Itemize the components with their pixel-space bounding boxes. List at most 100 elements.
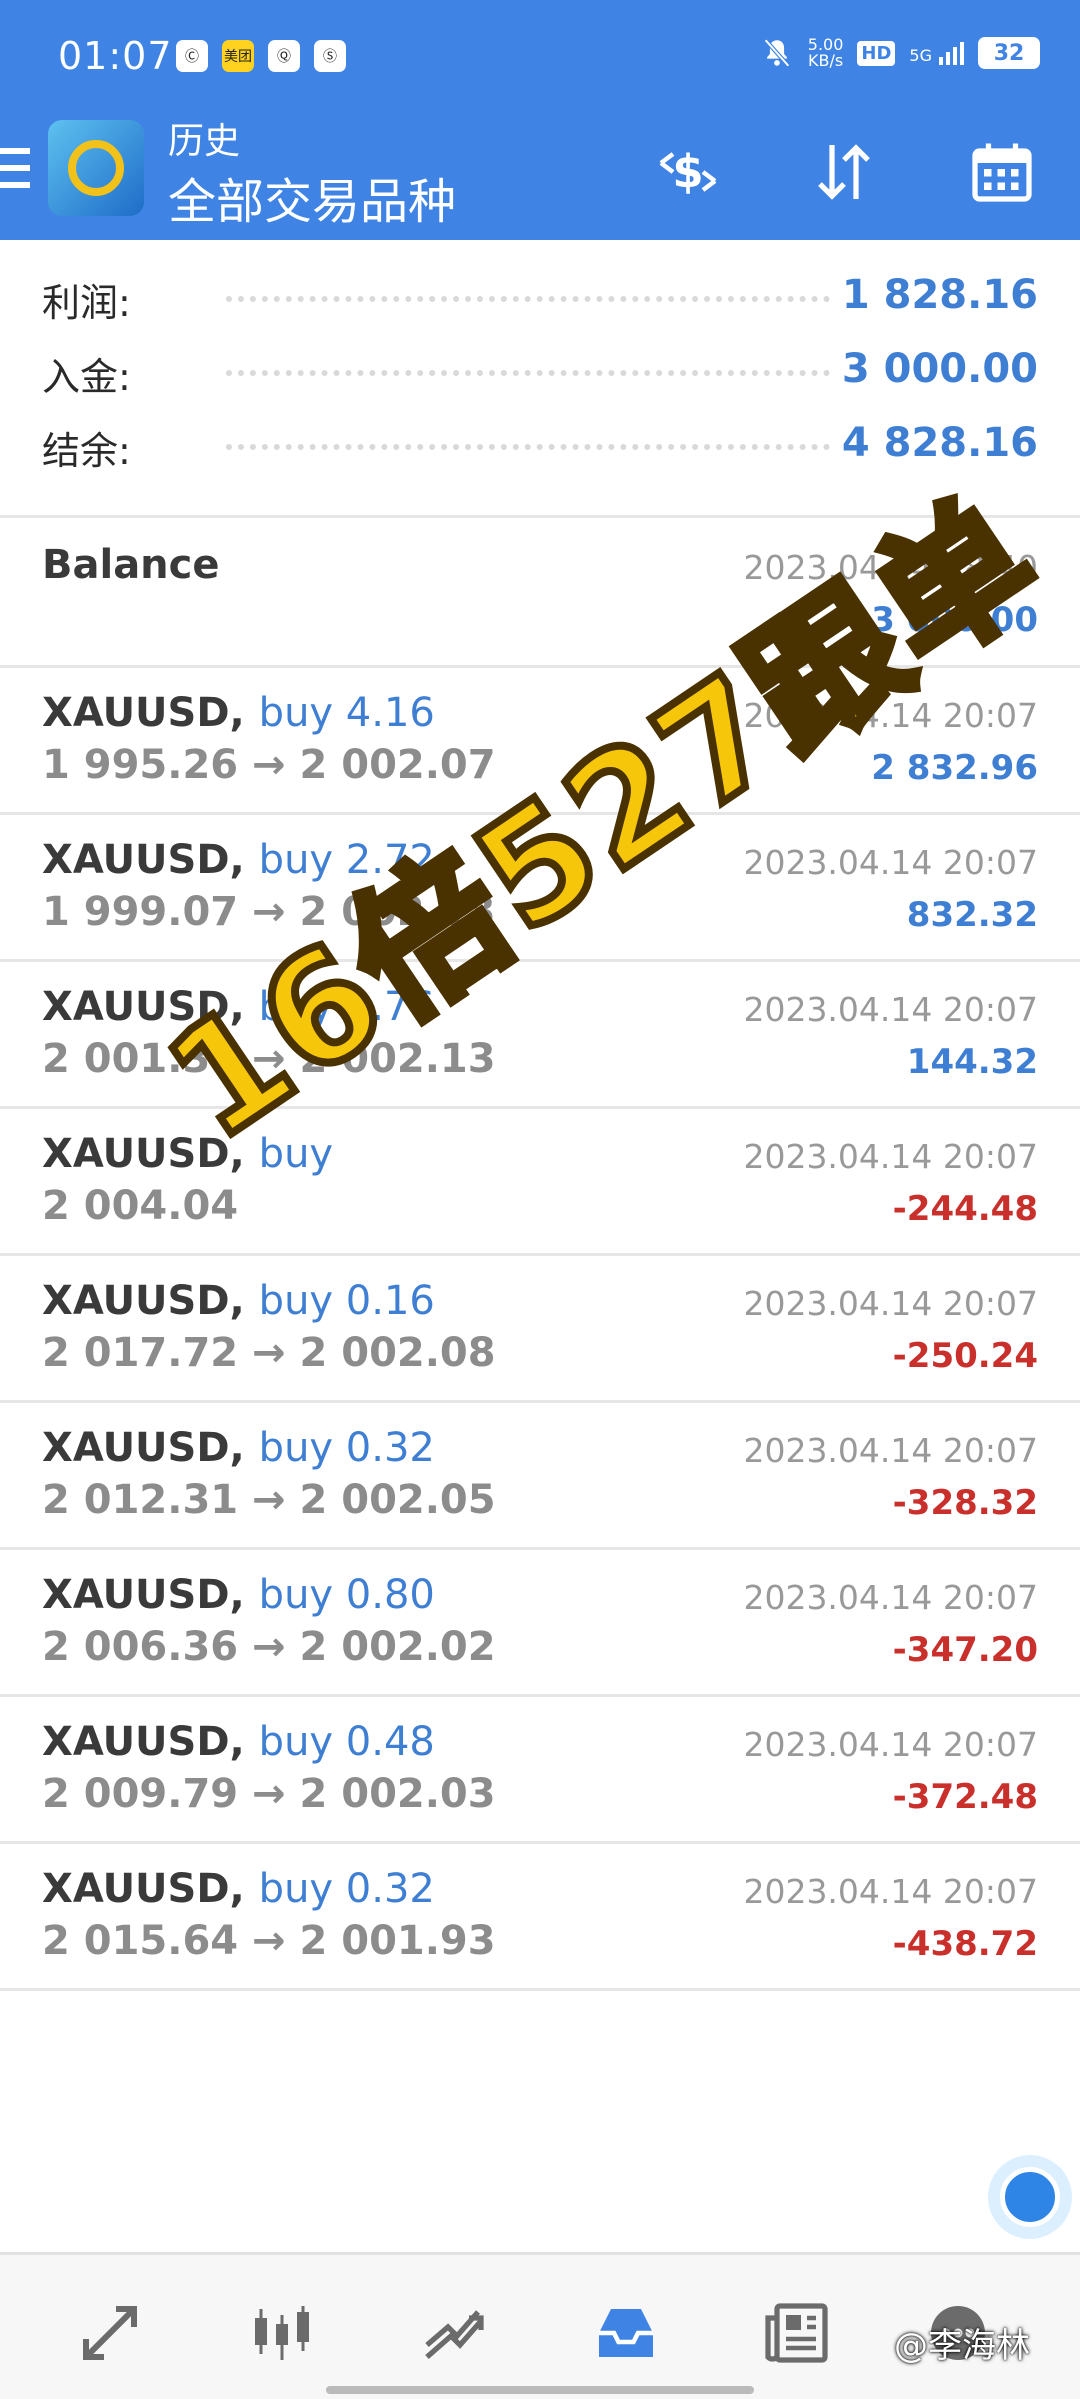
deal-row[interactable]: XAUUSD, buy 0.32 2 015.64 → 2 001.93 202… [0, 1844, 1080, 1991]
net-speed-unit: KB/s [807, 51, 844, 70]
deal-date: 2023.04.14 20:07 [743, 1872, 1038, 1911]
deal-prices: 2 015.64 → 2 001.93 [42, 1918, 496, 1964]
deal-date: 2023.04.14 20:07 [743, 990, 1038, 1029]
deal-prices: 2 006.36 → 2 002.02 [42, 1624, 496, 1670]
deal-date: 2023.04.14 20:07 [743, 696, 1038, 735]
deal-action: buy 0.80 [258, 1572, 435, 1618]
trade-icon[interactable] [414, 2293, 494, 2373]
news-icon[interactable] [758, 2293, 838, 2373]
deal-symbol: XAUUSD, [42, 1866, 245, 1912]
deal-row[interactable]: XAUUSD, buy 1.76 2 001.31 → 2 002.13 202… [0, 962, 1080, 1109]
calendar-icon[interactable] [962, 132, 1042, 212]
app-bar: 历史 全部交易品种 $ [0, 112, 1080, 240]
dotted-leader [226, 444, 830, 450]
summary-label: 结余: [42, 429, 131, 473]
deal-action: buy 2.72 [258, 837, 435, 883]
dotted-leader [226, 296, 830, 302]
metatrader-logo-icon [48, 120, 144, 216]
deal-action: buy 0.32 [258, 1866, 435, 1912]
page-title: 历史 [168, 121, 241, 162]
deal-date: 2023.04.14 20:07 [743, 1284, 1038, 1323]
summary-row-balance: 结余: 4 828.16 [0, 410, 1080, 484]
deal-prices: 1 999.07 → 2 002.13 [42, 889, 496, 935]
balance-label: Balance [42, 542, 220, 588]
summary-value: 1 828.16 [841, 272, 1038, 318]
status-time: 01:07 [58, 34, 173, 78]
watermark-credit: @李海林 [894, 2326, 1030, 2366]
deal-row[interactable]: XAUUSD, buy 2.72 1 999.07 → 2 002.13 202… [0, 815, 1080, 962]
notification-app-icon: Ⓠ [268, 40, 300, 72]
deal-action: buy [258, 1131, 334, 1177]
mute-bell-icon [760, 36, 794, 70]
deal-prices: 2 004.04 [42, 1183, 239, 1229]
deal-profit: 144.32 [906, 1042, 1038, 1082]
deal-symbol: XAUUSD, [42, 1719, 245, 1765]
balance-amount: 3 000.00 [871, 600, 1038, 640]
deal-symbol: XAUUSD, [42, 690, 245, 736]
deal-symbol: XAUUSD, [42, 1131, 245, 1177]
deal-symbol-line: XAUUSD, buy 0.80 [42, 1572, 435, 1618]
deal-prices: 2 001.31 → 2 002.13 [42, 1036, 496, 1082]
deal-row[interactable]: XAUUSD, buy 4.16 1 995.26 → 2 002.07 202… [0, 668, 1080, 815]
deal-prices: 2 012.31 → 2 002.05 [42, 1477, 496, 1523]
network-speed: 5.00 KB/s [808, 37, 844, 69]
deal-profit: -250.24 [892, 1336, 1038, 1376]
deal-date: 2023.04.14 20:07 [743, 1578, 1038, 1617]
deal-symbol-line: XAUUSD, buy 0.32 [42, 1425, 435, 1471]
summary-label: 利润: [42, 281, 131, 325]
deal-action: buy 4.16 [258, 690, 435, 736]
currency-exchange-icon[interactable]: $ [648, 132, 728, 212]
deal-symbol-line: XAUUSD, buy 2.72 [42, 837, 435, 883]
deal-date: 2023.04.14 20:07 [743, 1431, 1038, 1470]
summary-value: 3 000.00 [841, 346, 1038, 392]
battery-icon: 32 [978, 37, 1040, 69]
deal-symbol-line: XAUUSD, buy 0.32 [42, 1866, 435, 1912]
deal-date: 2023.04.14 20:07 [743, 1725, 1038, 1764]
system-icons: 5.00 KB/s HD 5G 32 [760, 36, 1040, 70]
deal-row[interactable]: XAUUSD, buy 0.32 2 012.31 → 2 002.05 202… [0, 1403, 1080, 1550]
deal-prices: 1 995.26 → 2 002.07 [42, 742, 496, 788]
sort-icon[interactable] [804, 132, 884, 212]
deal-symbol: XAUUSD, [42, 984, 245, 1030]
deals-list: Balance 2023.04.14 18:40 3 000.00 XAUUSD… [0, 520, 1080, 1991]
home-indicator[interactable] [326, 2386, 754, 2394]
summary-section: 利润: 1 828.16 入金: 3 000.00 结余: 4 828.16 [0, 262, 1080, 484]
screen: 01:07 Ⓒ 美团 Ⓠ Ⓢ 5.00 KB/s HD 5G 32 历史 全部交… [0, 0, 1080, 2399]
deal-profit: 832.32 [906, 895, 1038, 935]
hd-icon: HD [857, 40, 896, 66]
deal-date: 2023.04.14 20:07 [743, 1137, 1038, 1176]
notification-app-icon: Ⓢ [314, 40, 346, 72]
deal-row[interactable]: XAUUSD, buy 0.80 2 006.36 → 2 002.02 202… [0, 1550, 1080, 1697]
quotes-icon[interactable] [70, 2293, 150, 2373]
svg-text:$: $ [672, 145, 703, 198]
signal-icon: 5G [909, 41, 964, 65]
deal-profit: -372.48 [892, 1777, 1038, 1817]
floating-assistant-button[interactable] [988, 2155, 1072, 2239]
deal-symbol-line: XAUUSD, buy 0.16 [42, 1278, 435, 1324]
history-icon[interactable] [586, 2293, 666, 2373]
divider [0, 515, 1080, 518]
deal-prices: 2 017.72 → 2 002.08 [42, 1330, 496, 1376]
balance-row[interactable]: Balance 2023.04.14 18:40 3 000.00 [0, 520, 1080, 668]
deal-profit: -438.72 [892, 1924, 1038, 1964]
notification-icons: Ⓒ 美团 Ⓠ Ⓢ [176, 40, 346, 72]
symbol-filter[interactable]: 全部交易品种 [168, 162, 456, 232]
status-bar: 01:07 Ⓒ 美团 Ⓠ Ⓢ 5.00 KB/s HD 5G 32 [0, 0, 1080, 112]
chart-icon[interactable] [242, 2293, 322, 2373]
dotted-leader [226, 370, 830, 376]
deal-row[interactable]: XAUUSD, buy 0.16 2 017.72 → 2 002.08 202… [0, 1256, 1080, 1403]
deal-profit: -328.32 [892, 1483, 1038, 1523]
notification-app-icon: Ⓒ [176, 40, 208, 72]
menu-icon[interactable] [0, 148, 30, 200]
deal-symbol-line: XAUUSD, buy [42, 1131, 333, 1177]
network-type: 5G [909, 45, 932, 65]
deal-date: 2023.04.14 20:07 [743, 843, 1038, 882]
deal-row[interactable]: XAUUSD, buy 2 004.04 2023.04.14 20:07 -2… [0, 1109, 1080, 1256]
deal-prices: 2 009.79 → 2 002.03 [42, 1771, 496, 1817]
deal-profit: 2 832.96 [871, 748, 1038, 788]
deal-symbol-line: XAUUSD, buy 0.48 [42, 1719, 435, 1765]
deal-row[interactable]: XAUUSD, buy 0.48 2 009.79 → 2 002.03 202… [0, 1697, 1080, 1844]
summary-label: 入金: [42, 355, 131, 399]
deal-action: buy 0.16 [258, 1278, 435, 1324]
deal-symbol: XAUUSD, [42, 837, 245, 883]
